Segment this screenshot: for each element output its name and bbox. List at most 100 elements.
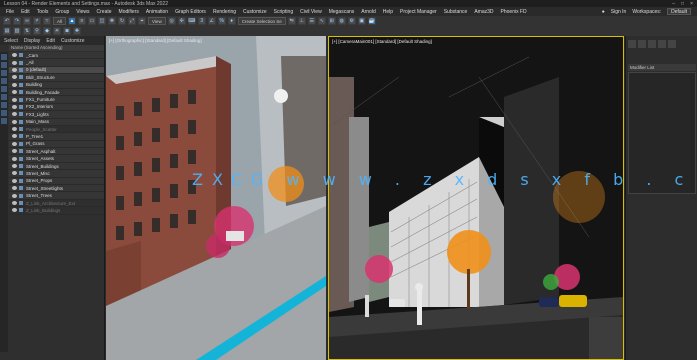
menu-modifiers[interactable]: Modifiers: [119, 9, 139, 15]
menu-file[interactable]: File: [6, 9, 14, 15]
rectangular-selection-icon[interactable]: ▭: [88, 17, 97, 25]
filter-geometry-icon[interactable]: [1, 54, 7, 60]
scene-explorer-row[interactable]: Z_Link_Buildings: [9, 207, 104, 215]
menu-project-manager[interactable]: Project Manager: [400, 9, 437, 15]
scene-explorer-row[interactable]: FX3_Lights: [9, 111, 104, 119]
scene-explorer-row[interactable]: Street_Misc: [9, 170, 104, 178]
named-selection-set-input[interactable]: Create Selection Se: [237, 17, 286, 25]
menu-create[interactable]: Create: [97, 9, 112, 15]
spinner-snap-icon[interactable]: ♦: [227, 17, 236, 25]
select-by-name-icon[interactable]: ≡: [78, 17, 87, 25]
scene-explorer-column-header[interactable]: Name (Sorted Ascending): [9, 45, 104, 51]
scene-explorer-row[interactable]: Z_Link_Architecture_Ext: [9, 199, 104, 208]
scene-explorer-row[interactable]: Bldr_Structure: [9, 74, 104, 82]
menu-scripting[interactable]: Scripting: [274, 9, 293, 15]
visibility-eye-icon[interactable]: [12, 164, 17, 169]
visibility-eye-icon[interactable]: [12, 67, 17, 72]
undo-icon[interactable]: ↶: [3, 17, 11, 25]
visibility-eye-icon[interactable]: [12, 53, 17, 58]
viewport-orthographic[interactable]: [+] [Orthographic] [Standard] [Default S…: [106, 36, 326, 360]
visibility-eye-icon[interactable]: [12, 97, 17, 102]
keyboard-shortcut-override-icon[interactable]: ⌨: [187, 17, 196, 25]
scene-explorer-row[interactable]: Building: [9, 81, 104, 89]
tab-customize[interactable]: Customize: [61, 38, 85, 44]
scene-explorer-row[interactable]: Main_Mass: [9, 118, 104, 126]
menu-substance[interactable]: Substance: [444, 9, 468, 15]
viewport-orthographic-label[interactable]: [+] [Orthographic] [Standard] [Default S…: [109, 38, 202, 43]
window-crossing-icon[interactable]: ◫: [98, 17, 107, 25]
modify-tab-icon[interactable]: [638, 40, 646, 48]
menu-help[interactable]: Help: [383, 9, 393, 15]
menu-views[interactable]: Views: [76, 9, 89, 15]
unlink-icon[interactable]: ≠: [33, 17, 41, 25]
scene-explorer-row[interactable]: _All: [9, 59, 104, 67]
menu-group[interactable]: Group: [55, 9, 69, 15]
layers-icon[interactable]: ▥: [13, 27, 21, 35]
snaps-toggle-icon[interactable]: 3: [197, 17, 206, 25]
filter-xrefs-icon[interactable]: [1, 110, 7, 116]
curve-editor-icon[interactable]: ∿: [317, 17, 326, 25]
layer-explorer-icon[interactable]: ☰: [307, 17, 316, 25]
visibility-eye-icon[interactable]: [12, 208, 17, 213]
visibility-eye-icon[interactable]: [12, 193, 17, 198]
visibility-eye-icon[interactable]: [12, 171, 17, 176]
filter-helpers-icon[interactable]: [1, 86, 7, 92]
viewport-camera-label[interactable]: [+] [CameraMain001] [Standard] [Default …: [332, 39, 432, 44]
menu-edit[interactable]: Edit: [21, 9, 30, 15]
tab-select[interactable]: Select: [4, 38, 18, 44]
sign-in-link[interactable]: Sign In: [611, 9, 627, 15]
bind-space-warp-icon[interactable]: ≈: [43, 17, 51, 25]
hierarchy-tab-icon[interactable]: [648, 40, 656, 48]
render-setup-icon[interactable]: ⚙: [347, 17, 356, 25]
scene-explorer-row[interactable]: P_Tree1: [9, 133, 104, 141]
menu-amaz3d[interactable]: Amaz3D: [474, 9, 493, 15]
scene-explorer-row[interactable]: Building_Facade: [9, 88, 104, 97]
select-manipulate-icon[interactable]: ✣: [177, 17, 186, 25]
display-geometry-icon[interactable]: ◆: [43, 27, 51, 35]
filter-icon[interactable]: ⚲: [33, 27, 41, 35]
scene-explorer-row[interactable]: _Cam: [9, 52, 104, 60]
display-helpers-icon[interactable]: ✚: [73, 27, 81, 35]
filter-lights-icon[interactable]: [1, 70, 7, 76]
viewport-camera[interactable]: [+] [CameraMain001] [Standard] [Default …: [328, 36, 624, 360]
scene-explorer-row[interactable]: People_Scatter: [9, 125, 104, 134]
selection-filter-select[interactable]: All: [53, 17, 67, 25]
visibility-eye-icon[interactable]: [12, 134, 17, 139]
scene-explorer-row[interactable]: Street_Assets: [9, 155, 104, 163]
visibility-eye-icon[interactable]: [12, 60, 17, 65]
menu-rendering[interactable]: Rendering: [213, 9, 236, 15]
visibility-eye-icon[interactable]: [12, 104, 17, 109]
percent-snap-icon[interactable]: %: [217, 17, 226, 25]
maximize-icon[interactable]: □: [681, 1, 684, 7]
schematic-view-icon[interactable]: ⊞: [327, 17, 336, 25]
scene-explorer-row[interactable]: Street_Trees: [9, 192, 104, 200]
close-icon[interactable]: ×: [690, 1, 693, 7]
workspace-select[interactable]: Default: [667, 8, 691, 15]
select-move-icon[interactable]: ✥: [108, 17, 117, 25]
visibility-eye-icon[interactable]: [12, 201, 17, 205]
filter-shapes-icon[interactable]: [1, 62, 7, 68]
scene-explorer-row[interactable]: Street_Asphalt: [9, 148, 104, 156]
visibility-eye-icon[interactable]: [12, 141, 17, 146]
motion-tab-icon[interactable]: [658, 40, 666, 48]
visibility-eye-icon[interactable]: [12, 82, 17, 87]
visibility-eye-icon[interactable]: [12, 178, 17, 183]
select-scale-icon[interactable]: ⤢: [128, 17, 137, 25]
visibility-eye-icon[interactable]: [12, 75, 17, 80]
visibility-eye-icon[interactable]: [12, 156, 17, 161]
visibility-eye-icon[interactable]: [12, 90, 17, 95]
filter-spacewarps-icon[interactable]: [1, 94, 7, 100]
scene-explorer-row[interactable]: 0 (default): [9, 66, 104, 75]
scene-explorer-row[interactable]: Pl_Grass: [9, 140, 104, 149]
align-icon[interactable]: ⊥: [297, 17, 306, 25]
tab-display[interactable]: Display: [24, 38, 40, 44]
filter-bones-icon[interactable]: [1, 118, 7, 124]
display-lights-icon[interactable]: ☀: [53, 27, 61, 35]
filter-cameras-icon[interactable]: [1, 78, 7, 84]
scene-explorer-row[interactable]: Street_Props: [9, 177, 104, 186]
menu-phoenix-fd[interactable]: Phoenix FD: [501, 9, 527, 15]
scene-explorer-row[interactable]: Street_Buildings: [9, 162, 104, 171]
tab-edit[interactable]: Edit: [46, 38, 55, 44]
link-icon[interactable]: ∞: [23, 17, 31, 25]
angle-snap-icon[interactable]: ∠: [207, 17, 216, 25]
